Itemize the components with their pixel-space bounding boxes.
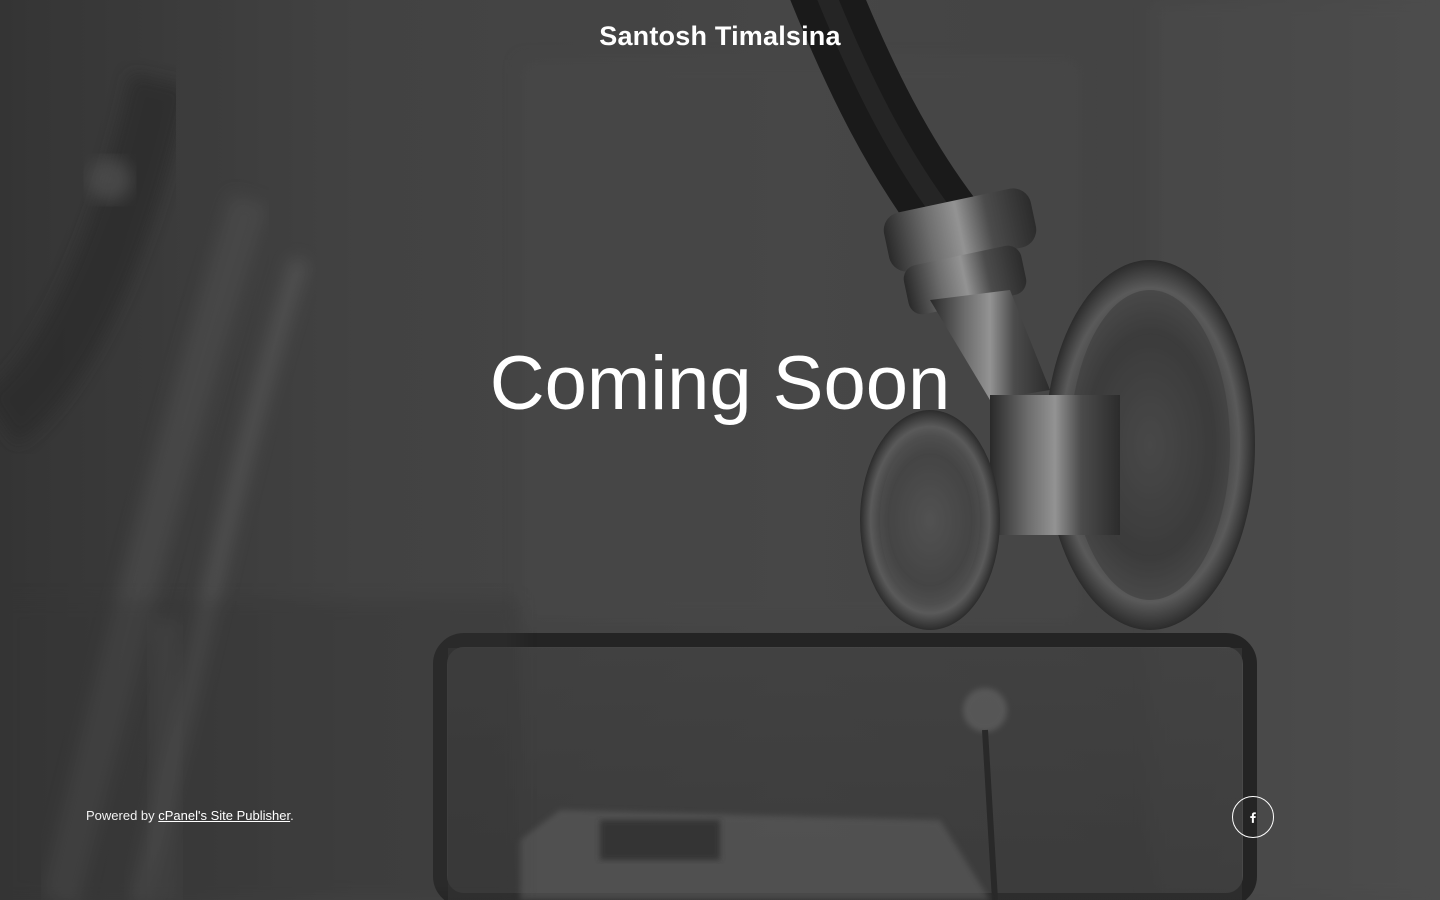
- facebook-button[interactable]: [1232, 796, 1274, 838]
- facebook-icon: [1250, 812, 1256, 823]
- powered-by-text: Powered by cPanel's Site Publisher.: [86, 806, 294, 826]
- coming-soon-headline: Coming Soon: [489, 341, 951, 426]
- coming-soon-page: Santosh Timalsina Coming Soon Powered by…: [0, 0, 1440, 900]
- powered-by-suffix: .: [290, 808, 294, 823]
- site-publisher-link[interactable]: cPanel's Site Publisher: [158, 808, 290, 823]
- dark-overlay: [0, 0, 1440, 900]
- powered-by-prefix: Powered by: [86, 808, 159, 823]
- site-title[interactable]: Santosh Timalsina: [0, 16, 1440, 56]
